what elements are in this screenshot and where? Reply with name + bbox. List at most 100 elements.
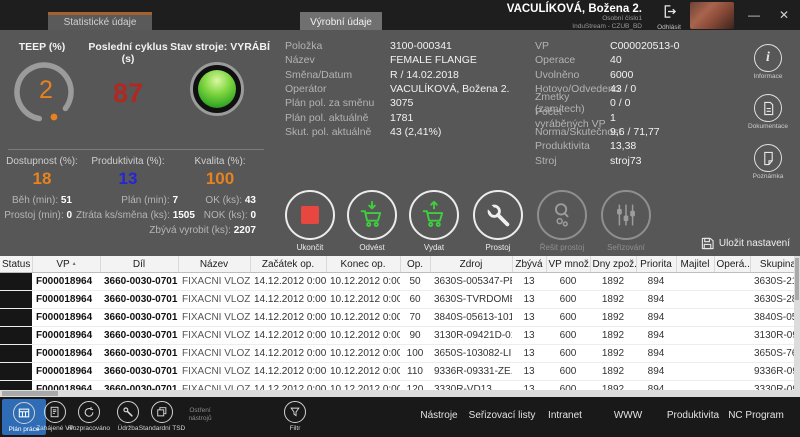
issue-button[interactable]: Vydat <box>402 190 466 252</box>
cell: 9336R-09331-ZE... <box>430 363 512 381</box>
field-label: Plán pol. aktuálně <box>285 112 390 124</box>
productivity-value: 13 <box>85 169 171 189</box>
nav-link-nc-program[interactable]: NC Program <box>728 410 784 421</box>
cell: 3660-0030-0701 <box>100 327 178 345</box>
table-row[interactable]: F0000189643660-0030-0701FIXACNI VLOZKA14… <box>0 291 800 309</box>
vertical-scrollbar[interactable] <box>794 256 800 390</box>
table-row[interactable]: F0000189643660-0030-0701FIXACNI VLOZKA14… <box>0 381 800 391</box>
field-row: OperátorVACULÍKOVÁ, Božena 2. <box>285 82 509 96</box>
table-row[interactable]: F0000189643660-0030-0701FIXACNI VLOZKA14… <box>0 363 800 381</box>
cell: FIXACNI VLOZKA <box>178 309 250 327</box>
cell: 90 <box>400 327 430 345</box>
cell: FIXACNI VLOZKA <box>178 363 250 381</box>
table-header-row: StatusVP▴DílNázevZačátek op.Konec op.Op.… <box>0 256 800 273</box>
column-header[interactable]: VP množ. <box>546 256 590 273</box>
field-row: Plán pol. aktuálně1781 <box>285 110 509 124</box>
column-header[interactable]: Operá... <box>714 256 750 273</box>
cell: 120 <box>400 381 430 391</box>
save-settings-button[interactable]: Uložit nastavení <box>701 237 790 250</box>
cell: 13 <box>512 345 546 363</box>
cell: 14.12.2012 0:00:00 <box>250 273 326 291</box>
work-plan-icon <box>13 402 35 424</box>
horizontal-scrollbar[interactable] <box>0 390 800 397</box>
cell: 894 <box>636 327 676 345</box>
cell: F000018964 <box>32 309 100 327</box>
lamp-green-light <box>198 70 236 108</box>
cell: 10.12.2012 0:00:00 <box>326 363 400 381</box>
table-row[interactable]: F0000189643660-0030-0701FIXACNI VLOZKA14… <box>0 327 800 345</box>
cell <box>676 309 714 327</box>
logout-button[interactable]: Odhlásit <box>650 4 688 31</box>
column-header[interactable]: Majitel <box>676 256 714 273</box>
field-value: stroj73 <box>610 155 642 167</box>
table-row[interactable]: F0000189643660-0030-0701FIXACNI VLOZKA14… <box>0 273 800 291</box>
cart-down-icon <box>356 199 388 231</box>
status-cell <box>0 327 32 345</box>
vp-fields: VPC000020513-0Operace40Uvolněno6000Hotov… <box>535 39 679 168</box>
scrollbar-thumb[interactable] <box>795 258 799 300</box>
unload-button[interactable]: Odvést <box>340 190 404 252</box>
nok-label: NOK (ks): <box>204 210 248 221</box>
info-icon: i <box>754 44 782 72</box>
cell <box>714 273 750 291</box>
cell: 10.12.2012 0:00:00 <box>326 327 400 345</box>
table-row[interactable]: F0000189643660-0030-0701FIXACNI VLOZKA14… <box>0 345 800 363</box>
ok-value: 43 <box>245 195 256 206</box>
column-header[interactable]: Zdroj <box>430 256 512 273</box>
scrollbar-thumb[interactable] <box>2 391 58 396</box>
status-cell <box>0 309 32 327</box>
productivity-label: Produktivita (%): <box>85 156 171 167</box>
column-header[interactable]: Dny zpož. <box>590 256 636 273</box>
nav-link-intranet[interactable]: Intranet <box>548 410 582 421</box>
column-header[interactable]: Konec op. <box>326 256 400 273</box>
nav-link-www[interactable]: WWW <box>614 410 642 421</box>
info-label: Informace <box>742 73 794 80</box>
close-button[interactable]: ✕ <box>770 0 798 30</box>
field-value: 3100-000341 <box>390 40 452 52</box>
cell <box>676 273 714 291</box>
column-header[interactable]: VP▴ <box>32 256 100 273</box>
finish-button[interactable]: Ukončit <box>278 190 342 252</box>
cell: 14.12.2012 0:00:00 <box>250 309 326 327</box>
table-row[interactable]: F0000189643660-0030-0701FIXACNI VLOZKA14… <box>0 309 800 327</box>
column-header[interactable]: Začátek op. <box>250 256 326 273</box>
field-row: Uvolněno6000 <box>535 68 679 82</box>
nav-link-nastroje[interactable]: Nástroje <box>420 410 457 421</box>
downtime-button[interactable]: Prostoj <box>466 190 530 252</box>
remaining-value: 2207 <box>234 225 256 236</box>
minimize-button[interactable]: — <box>740 0 768 30</box>
quality-value: 100 <box>168 169 272 189</box>
user-avatar[interactable] <box>690 2 734 29</box>
finish-label: Ukončit <box>278 243 342 252</box>
machine-status-label: Stav stroje: VYRÁBÍ <box>168 41 272 53</box>
column-header[interactable]: Status <box>0 256 32 273</box>
note-button[interactable]: Poznámka <box>742 144 794 180</box>
nav-filtr-label: Filtr <box>273 425 317 432</box>
column-header[interactable]: Název <box>178 256 250 273</box>
documentation-button[interactable]: Dokumentace <box>742 94 794 130</box>
user-personal-number: Osobní číslo1 <box>507 15 642 23</box>
column-header[interactable]: Skupina <box>750 256 800 273</box>
field-row: NázevFEMALE FLANGE <box>285 53 509 67</box>
user-name: VACULÍKOVÁ, Božena 2. <box>507 3 642 15</box>
field-row: VPC000020513-0 <box>535 39 679 53</box>
nav-link-produktivita[interactable]: Produktivita <box>667 410 719 421</box>
status-cell <box>0 363 32 381</box>
nav-link-serizovaci-listy[interactable]: Seřizovací listy <box>469 410 536 421</box>
nav-rozpracovano[interactable]: Rozpracováno <box>67 401 111 432</box>
kpi-pieces-column: OK (ks): 43 NOK (ks): 0 Zbývá vyrobit (k… <box>140 193 256 238</box>
kpi-availability: Dostupnost (%): 18 <box>0 156 84 189</box>
cell: FIXACNI VLOZKA <box>178 273 250 291</box>
field-label: Směna/Datum <box>285 69 390 81</box>
column-header[interactable]: Díl <box>100 256 178 273</box>
field-label: Plán pol. za směnu <box>285 97 390 109</box>
column-header[interactable]: Priorita <box>636 256 676 273</box>
cell: 600 <box>546 309 590 327</box>
info-button[interactable]: i Informace <box>742 44 794 80</box>
column-header[interactable]: Zbývá <box>512 256 546 273</box>
cell: 10.12.2012 0:00:00 <box>326 345 400 363</box>
cell: 3660-0030-0701 <box>100 363 178 381</box>
nav-filtr[interactable]: Filtr <box>273 401 317 432</box>
column-header[interactable]: Op. <box>400 256 430 273</box>
field-value: 40 <box>610 54 622 66</box>
